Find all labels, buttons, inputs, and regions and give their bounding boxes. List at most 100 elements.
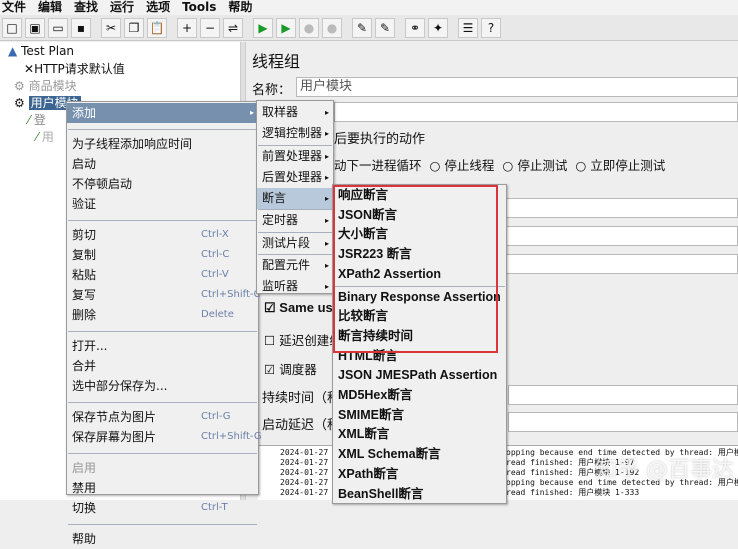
menu-item[interactable]: 前置处理器 ▸ (257, 146, 333, 167)
tree-node-http-defaults[interactable]: ✕HTTP请求默认值 (24, 61, 125, 77)
menu-item[interactable]: 选中部分保存为... (67, 376, 258, 396)
clear-all-button[interactable]: ✎ (375, 17, 395, 38)
stop-button[interactable]: ● (299, 17, 319, 38)
start-button[interactable]: ▶ (253, 17, 273, 38)
start-no-pause-button[interactable]: ▶ (276, 17, 296, 38)
tree-node-child[interactable]: ⁄ 用 (36, 129, 54, 145)
start-no-pause-icon: ▶ (281, 20, 291, 35)
menu-item-label: 断言 (262, 190, 287, 205)
menu-item[interactable]: 取样器 ▸ (257, 102, 333, 123)
menu-item[interactable]: Binary Response Assertion (333, 288, 506, 308)
sampler-icon: ⁄ (36, 130, 39, 144)
templates-button[interactable]: ▣ (25, 17, 45, 38)
menu-item[interactable]: 不停顿启动 (67, 174, 258, 194)
menu-4[interactable]: 选项 (146, 0, 170, 15)
reset-search-button[interactable]: ✦ (428, 17, 448, 38)
menu-item[interactable]: 启动 (67, 154, 258, 174)
menu-item[interactable]: 大小断言 (333, 225, 506, 245)
clear-button[interactable]: ✎ (352, 17, 372, 38)
menu-item[interactable]: 复制 Ctrl-C (67, 245, 258, 265)
menu-item[interactable]: HTML断言 (333, 347, 506, 367)
menu-item[interactable]: MD5Hex断言 (333, 386, 506, 406)
menu-item[interactable]: 合并 (67, 356, 258, 376)
menu-bar: 文件 编辑 查找 运行 选项 Tools 帮助 (0, 0, 738, 15)
menu-item[interactable]: 粘贴 Ctrl-V (67, 265, 258, 285)
menu-1[interactable]: 编辑 (38, 0, 62, 15)
cut-button[interactable]: ✂ (101, 17, 121, 38)
radio-next-loop[interactable]: 动下一进程循环 (334, 155, 422, 174)
menu-item[interactable]: 保存节点为图片 Ctrl-G (67, 407, 258, 427)
menu-6[interactable]: 帮助 (228, 0, 252, 15)
delay-create-checkbox[interactable]: ☐ 延迟创建线 (264, 330, 342, 349)
menu-item[interactable]: 保存屏幕为图片 Ctrl+Shift-G (67, 427, 262, 447)
menu-item[interactable]: XML断言 (333, 425, 506, 445)
paste-button[interactable]: 📋 (147, 17, 167, 38)
menu-item[interactable]: 测试片段 ▸ (257, 233, 333, 254)
toggle-button[interactable]: ⇌ (223, 17, 243, 38)
duration-input[interactable] (508, 385, 738, 405)
menu-item-label: 复写 (72, 288, 97, 302)
menu-item-label: 逻辑控制器 (262, 126, 323, 140)
menu-item[interactable]: XPath断言 (333, 465, 506, 485)
collapse-button[interactable]: − (200, 17, 220, 38)
menu-2[interactable]: 查找 (74, 0, 98, 15)
comments-input[interactable] (334, 102, 738, 122)
menu-item[interactable]: XML Schema断言 (333, 445, 506, 465)
menu-item[interactable]: 打开... (67, 336, 258, 356)
function-helper-button[interactable]: ☰ (458, 17, 478, 38)
menu-item[interactable]: 比较断言 (333, 307, 506, 327)
menu-item[interactable]: 启用 (67, 458, 258, 478)
menu-item[interactable]: 为子线程添加响应时间 (67, 134, 258, 154)
menu-item[interactable]: JSR223 断言 (333, 245, 506, 265)
shortcut-label: Ctrl-G (201, 411, 231, 422)
menu-item[interactable]: 帮助 (67, 529, 258, 549)
menu-item[interactable]: 断言持续时间 (333, 327, 506, 347)
menu-item[interactable]: 定时器 ▸ (257, 210, 333, 231)
startup-delay-input[interactable] (508, 412, 738, 432)
menu-5[interactable]: Tools (182, 0, 216, 15)
menu-3[interactable]: 运行 (110, 0, 134, 15)
same-user-checkbox[interactable]: ☑ Same use (264, 300, 340, 316)
menu-item[interactable]: 配置元件 ▸ (257, 255, 333, 276)
menu-item[interactable]: 断言 ▸ (257, 187, 333, 209)
menu-item[interactable]: 响应断言 (333, 186, 506, 206)
menu-item[interactable]: 后置处理器 ▸ (257, 167, 333, 188)
new-button[interactable]: □ (2, 17, 22, 38)
radio-stop-test[interactable]: ○ 停止测试 (502, 155, 567, 174)
help-button[interactable]: ? (481, 17, 501, 38)
menu-item[interactable]: XPath2 Assertion (333, 265, 506, 285)
chevron-right-icon: ▸ (324, 193, 329, 203)
menu-item[interactable]: 监听器 ▸ (257, 276, 333, 297)
copy-button[interactable]: ❐ (124, 17, 144, 38)
menu-item[interactable]: 添加 ▸ (67, 103, 258, 123)
menu-item-label: Binary Response Assertion (338, 289, 501, 304)
expand-button[interactable]: + (177, 17, 197, 38)
menu-item[interactable]: 逻辑控制器 ▸ (257, 123, 333, 144)
tree-node-goods-module[interactable]: ⚙ 商品模块 (14, 78, 77, 94)
menu-item[interactable]: JSON断言 (333, 206, 506, 226)
menu-item[interactable]: 禁用 (67, 478, 258, 498)
menu-item[interactable]: BeanShell断言 (333, 485, 506, 505)
radio-stop-thread[interactable]: ○ 停止线程 (430, 155, 495, 174)
gear-icon: ⚙ (14, 79, 25, 93)
scheduler-checkbox[interactable]: ☑ 调度器 (264, 359, 317, 378)
tree-node-test-plan[interactable]: ▲ Test Plan (8, 43, 74, 59)
menu-item[interactable]: 删除 Delete (67, 305, 258, 325)
radio-stop-now[interactable]: ○ 立即停止测试 (575, 155, 665, 174)
open-button[interactable]: ▭ (48, 17, 68, 38)
save-button[interactable]: ▪ (71, 17, 91, 38)
name-input[interactable]: 用户模块 (296, 77, 738, 97)
tree-node-child[interactable]: ⁄ 登 (28, 112, 46, 128)
menu-item[interactable]: 剪切 Ctrl-X (67, 225, 258, 245)
menu-item[interactable]: SMIME断言 (333, 406, 506, 426)
menu-item[interactable]: 验证 (67, 194, 258, 214)
chevron-right-icon: ▸ (324, 238, 329, 248)
menu-item[interactable]: 复写 Ctrl+Shift-C (67, 285, 261, 305)
search-button[interactable]: ⚭ (405, 17, 425, 38)
menu-0[interactable]: 文件 (2, 0, 26, 15)
menu-item[interactable]: JSON JMESPath Assertion (333, 366, 506, 386)
menu-item[interactable]: 切换 Ctrl-T (67, 498, 258, 518)
menu-item-label: 前置处理器 (262, 148, 323, 163)
shutdown-button[interactable]: ● (322, 17, 342, 38)
menu-item-label: 打开... (72, 339, 108, 353)
